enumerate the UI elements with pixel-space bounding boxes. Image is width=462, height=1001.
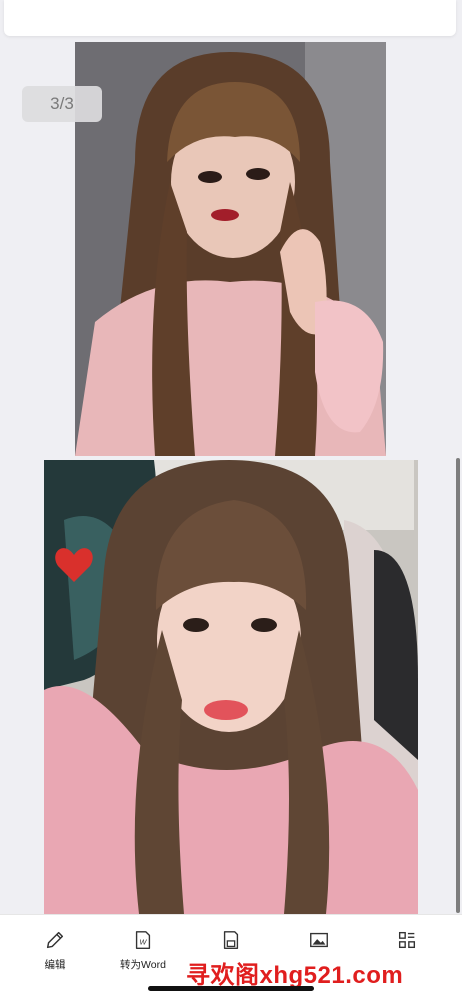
image-icon [310, 932, 328, 948]
page-indicator-badge: 3/3 [22, 86, 102, 122]
top-card [4, 0, 456, 36]
svg-text:W: W [140, 938, 148, 947]
home-indicator[interactable] [148, 986, 314, 991]
portrait-photo-2[interactable] [44, 460, 418, 914]
portrait-photo-1[interactable] [75, 42, 386, 456]
edit-button[interactable]: 编辑 [15, 929, 95, 975]
convert-to-word-button[interactable]: W 转为Word [103, 929, 183, 975]
convert-to-word-label: 转为Word [120, 959, 166, 971]
scrollbar[interactable] [456, 458, 460, 913]
watermark-text: 寻欢阁xhg521.com [186, 962, 404, 989]
word-document-icon: W [135, 931, 151, 949]
save-icon [223, 931, 239, 949]
pencil-icon [46, 931, 64, 949]
portrait-illustration-2 [44, 460, 418, 914]
grid-icon [398, 931, 416, 949]
portrait-illustration-1 [75, 42, 386, 456]
edit-label: 编辑 [44, 959, 66, 971]
